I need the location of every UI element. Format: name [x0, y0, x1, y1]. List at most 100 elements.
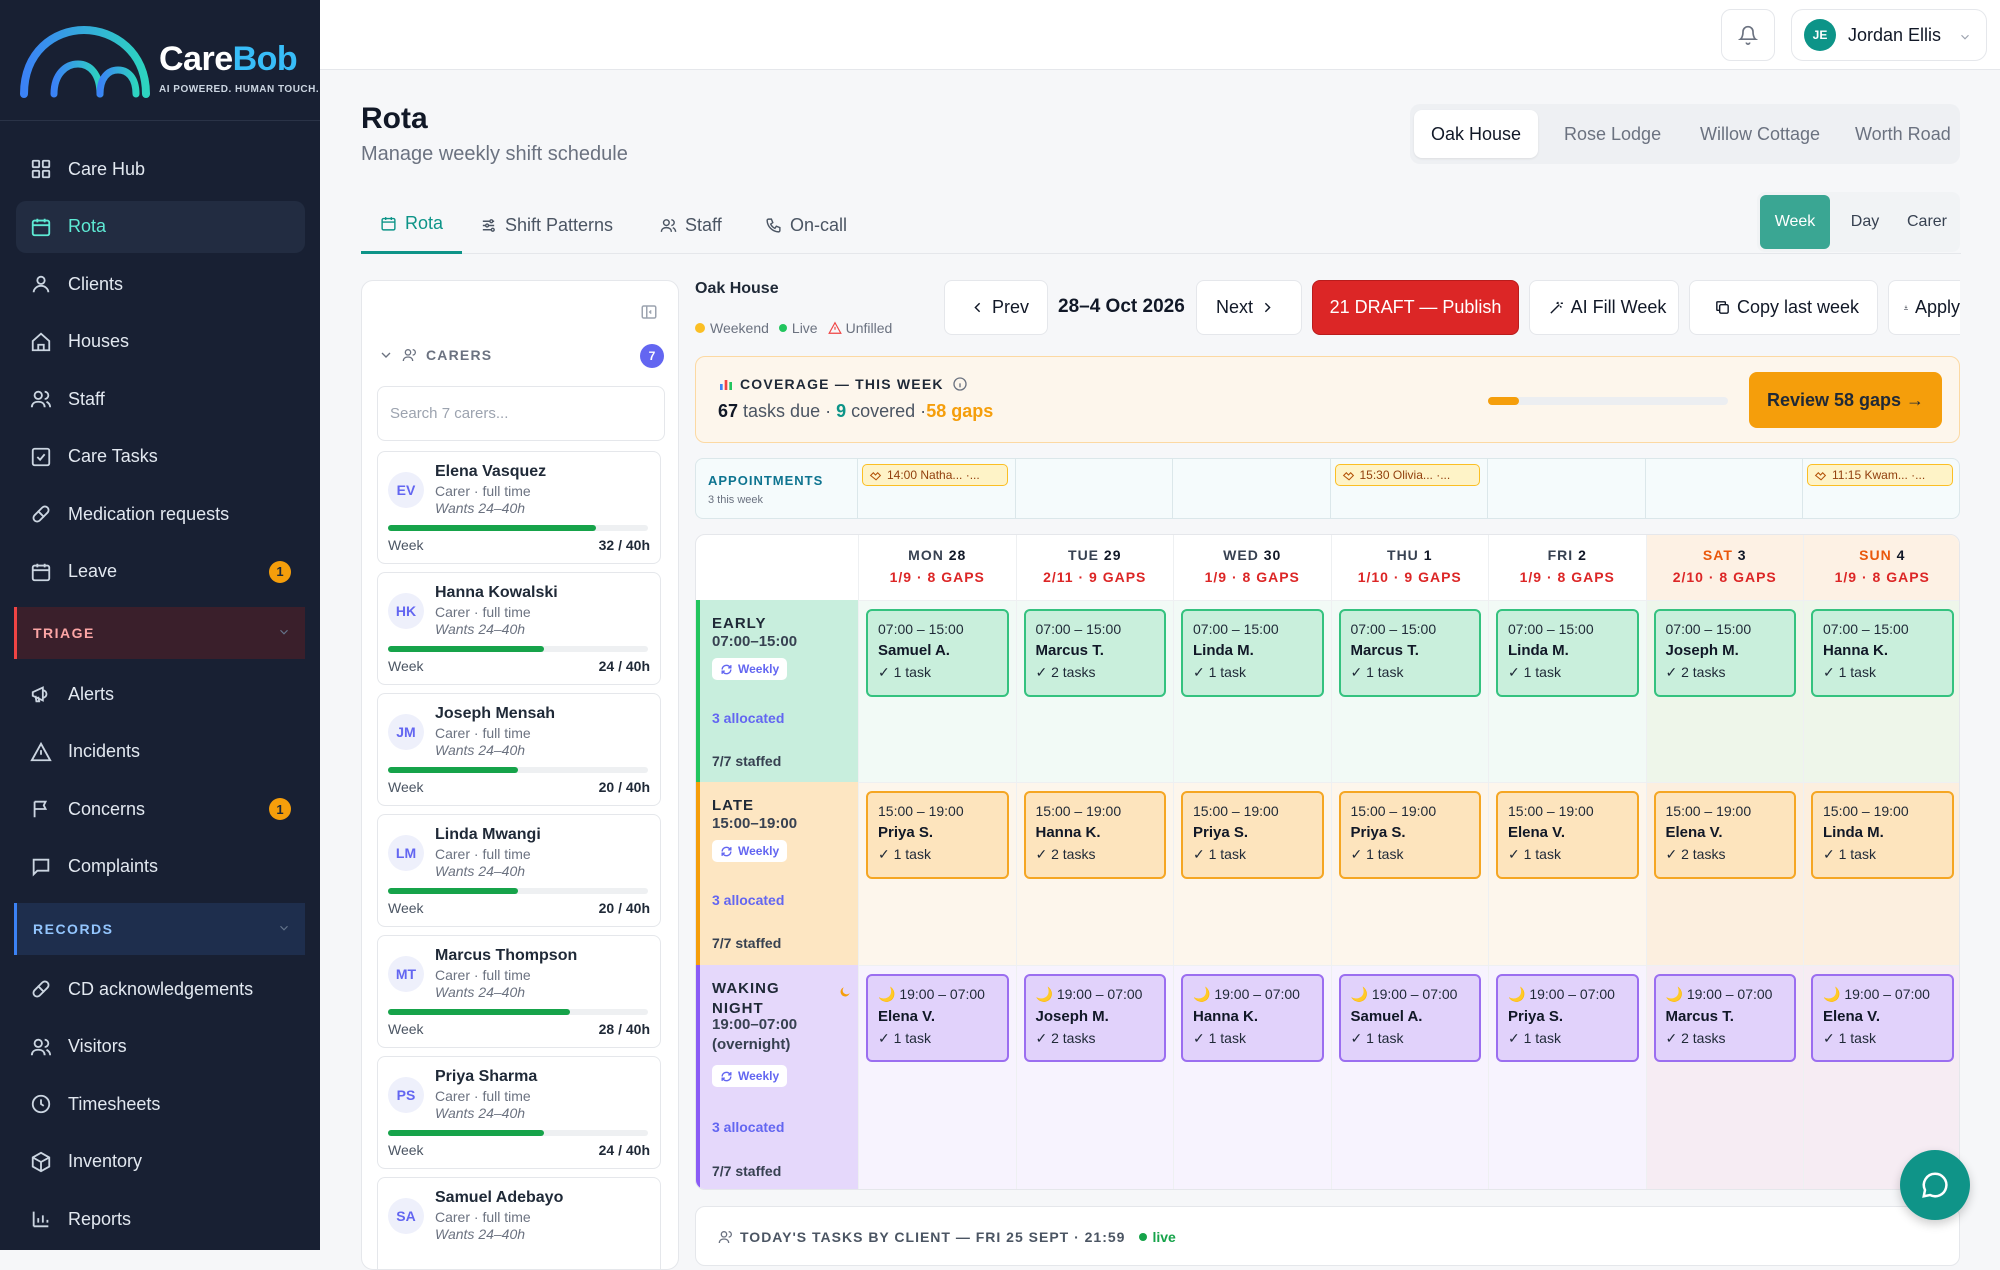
prev-week-button[interactable]: Prev — [944, 280, 1048, 335]
carer-card[interactable]: EV Elena Vasquez Carer · full time Wants… — [377, 451, 661, 564]
day-header-sat[interactable]: SAT 3 2/10 · 8 GAPS — [1645, 535, 1803, 600]
house-tab-rose-lodge[interactable]: Rose Lodge — [1547, 110, 1678, 158]
carers-heading[interactable]: CARERS — [378, 347, 492, 363]
day-header-mon[interactable]: MON 28 1/9 · 8 GAPS — [858, 535, 1016, 600]
carer-card[interactable]: HK Hanna Kowalski Carer · full time Want… — [377, 572, 661, 685]
appointment-chip[interactable]: 11:15 Kwam... ·... — [1807, 464, 1953, 486]
shift-card[interactable]: 07:00 – 15:00 Marcus T. ✓ 2 tasks — [1023, 609, 1166, 697]
rota-cell[interactable]: 15:00 – 19:00 Elena V. ✓ 2 tasks — [1645, 782, 1803, 965]
notifications-button[interactable] — [1721, 9, 1775, 61]
sidebar-item-cd-acknowledgements[interactable]: CD acknowledgements — [16, 963, 305, 1015]
sidebar-item-incidents[interactable]: Incidents — [16, 726, 305, 778]
records-section-toggle[interactable]: RECORDS — [14, 903, 305, 955]
shift-card[interactable]: 🌙 19:00 – 07:00 Hanna K. ✓ 1 task — [1181, 974, 1324, 1062]
shift-card[interactable]: 🌙 19:00 – 07:00 Joseph M. ✓ 2 tasks — [1023, 974, 1166, 1062]
shift-card[interactable]: 07:00 – 15:00 Linda M. ✓ 1 task — [1181, 609, 1324, 697]
shift-card[interactable]: 15:00 – 19:00 Linda M. ✓ 1 task — [1811, 791, 1954, 879]
carer-card[interactable]: JM Joseph Mensah Carer · full time Wants… — [377, 693, 661, 806]
rota-cell[interactable]: 07:00 – 15:00 Linda M. ✓ 1 task — [1488, 600, 1646, 782]
view-week-button[interactable]: Week — [1760, 195, 1830, 249]
rota-cell[interactable]: 07:00 – 15:00 Hanna K. ✓ 1 task — [1803, 600, 1959, 782]
carer-card[interactable]: LM Linda Mwangi Carer · full time Wants … — [377, 814, 661, 927]
rota-cell[interactable]: 07:00 – 15:00 Linda M. ✓ 1 task — [1173, 600, 1331, 782]
sidebar-item-care-hub[interactable]: Care Hub — [16, 143, 305, 195]
rota-cell[interactable]: 🌙 19:00 – 07:00 Samuel A. ✓ 1 task — [1330, 965, 1488, 1189]
rota-cell[interactable]: 15:00 – 19:00 Linda M. ✓ 1 task — [1803, 782, 1959, 965]
rota-cell[interactable]: 07:00 – 15:00 Marcus T. ✓ 1 task — [1330, 600, 1488, 782]
ai-fill-week-button[interactable]: AI Fill Week — [1529, 280, 1679, 335]
sidebar-item-alerts[interactable]: Alerts — [16, 668, 305, 720]
shift-card[interactable]: 07:00 – 15:00 Samuel A. ✓ 1 task — [866, 609, 1009, 697]
shift-card[interactable]: 07:00 – 15:00 Linda M. ✓ 1 task — [1496, 609, 1639, 697]
shift-card[interactable]: 15:00 – 19:00 Hanna K. ✓ 2 tasks — [1023, 791, 1166, 879]
sidebar-item-staff[interactable]: Staff — [16, 373, 305, 425]
sidebar-item-clients[interactable]: Clients — [16, 258, 305, 310]
rota-cell[interactable]: 15:00 – 19:00 Elena V. ✓ 1 task — [1488, 782, 1646, 965]
shift-card[interactable]: 15:00 – 19:00 Priya S. ✓ 1 task — [866, 791, 1009, 879]
day-header-fri[interactable]: FRI 2 1/9 · 8 GAPS — [1488, 535, 1646, 600]
rota-cell[interactable]: 15:00 – 19:00 Priya S. ✓ 1 task — [1173, 782, 1331, 965]
sidebar-item-rota[interactable]: Rota — [16, 200, 305, 253]
shift-card[interactable]: 🌙 19:00 – 07:00 Samuel A. ✓ 1 task — [1338, 974, 1481, 1062]
shift-card[interactable]: 🌙 19:00 – 07:00 Elena V. ✓ 1 task — [1811, 974, 1954, 1062]
shift-card[interactable]: 07:00 – 15:00 Hanna K. ✓ 1 task — [1811, 609, 1954, 697]
appointment-day-cell[interactable] — [1644, 459, 1803, 518]
rota-cell[interactable]: 🌙 19:00 – 07:00 Joseph M. ✓ 2 tasks — [1015, 965, 1173, 1189]
rota-cell[interactable]: 🌙 19:00 – 07:00 Elena V. ✓ 1 task — [858, 965, 1016, 1189]
shift-card[interactable]: 15:00 – 19:00 Priya S. ✓ 1 task — [1338, 791, 1481, 879]
shift-card[interactable]: 🌙 19:00 – 07:00 Elena V. ✓ 1 task — [866, 974, 1009, 1062]
tab-staff[interactable]: Staff — [641, 196, 741, 254]
shift-card[interactable]: 15:00 – 19:00 Elena V. ✓ 2 tasks — [1653, 791, 1796, 879]
sidebar-item-concerns[interactable]: Concerns 1 — [16, 783, 305, 835]
appointment-chip[interactable]: 15:30 Olivia... ·... — [1334, 464, 1480, 486]
sidebar-item-medication-requests[interactable]: Medication requests — [16, 488, 305, 540]
appointment-day-cell[interactable] — [1172, 459, 1330, 518]
shift-card[interactable]: 07:00 – 15:00 Marcus T. ✓ 1 task — [1338, 609, 1481, 697]
rota-cell[interactable]: 15:00 – 19:00 Priya S. ✓ 1 task — [1330, 782, 1488, 965]
carer-card[interactable]: MT Marcus Thompson Carer · full time Wan… — [377, 935, 661, 1048]
day-header-tue[interactable]: TUE 29 2/11 · 9 GAPS — [1015, 535, 1174, 600]
carer-card[interactable]: PS Priya Sharma Carer · full time Wants … — [377, 1056, 661, 1169]
sidebar-item-care-tasks[interactable]: Care Tasks — [16, 431, 305, 483]
tab-on-call[interactable]: On-call — [746, 196, 866, 254]
shift-row-label-late[interactable]: LATE 15:00–19:00 Weekly 3 allocated 7/7 … — [696, 782, 858, 965]
triage-section-toggle[interactable]: TRIAGE — [14, 607, 305, 659]
user-menu-button[interactable]: JE Jordan Ellis — [1791, 9, 1987, 61]
view-carer-button[interactable]: Carer — [1897, 195, 1957, 249]
sidebar-item-inventory[interactable]: Inventory — [16, 1136, 305, 1188]
sidebar-item-leave[interactable]: Leave 1 — [16, 546, 305, 598]
rota-cell[interactable]: 07:00 – 15:00 Samuel A. ✓ 1 task — [858, 600, 1016, 782]
publish-draft-button[interactable]: 21 DRAFT — Publish — [1312, 280, 1519, 335]
shift-card[interactable]: 15:00 – 19:00 Priya S. ✓ 1 task — [1181, 791, 1324, 879]
tab-shift-patterns[interactable]: Shift Patterns — [461, 196, 632, 254]
house-tab-worth-road[interactable]: Worth Road — [1838, 110, 1960, 158]
appointment-day-cell[interactable] — [1014, 459, 1173, 518]
next-week-button[interactable]: Next — [1196, 280, 1302, 335]
sidebar-item-timesheets[interactable]: Timesheets — [16, 1078, 305, 1130]
rota-cell[interactable]: 07:00 – 15:00 Joseph M. ✓ 2 tasks — [1645, 600, 1803, 782]
shift-card[interactable]: 🌙 19:00 – 07:00 Marcus T. ✓ 2 tasks — [1653, 974, 1796, 1062]
sidebar-item-reports[interactable]: Reports — [16, 1193, 305, 1245]
copy-last-week-button[interactable]: Copy last week — [1689, 280, 1878, 335]
day-header-sun[interactable]: SUN 4 1/9 · 8 GAPS — [1803, 535, 1959, 600]
carer-card[interactable]: SA Samuel Adebayo Carer · full time Want… — [377, 1177, 661, 1269]
house-tab-oak-house[interactable]: Oak House — [1414, 110, 1539, 158]
sidebar-item-visitors[interactable]: Visitors — [16, 1021, 305, 1073]
rota-cell[interactable]: 15:00 – 19:00 Hanna K. ✓ 2 tasks — [1015, 782, 1173, 965]
info-icon[interactable] — [952, 376, 968, 392]
review-gaps-button[interactable]: Review 58 gaps → — [1749, 372, 1942, 428]
view-day-button[interactable]: Day — [1835, 195, 1895, 249]
rota-cell[interactable]: 15:00 – 19:00 Priya S. ✓ 1 task — [858, 782, 1016, 965]
shift-card[interactable]: 07:00 – 15:00 Joseph M. ✓ 2 tasks — [1653, 609, 1796, 697]
apply-button[interactable]: Apply — [1888, 280, 1960, 335]
sidebar-item-houses[interactable]: Houses — [16, 316, 305, 368]
logo[interactable]: CareBob AI POWERED. HUMAN TOUCH. — [0, 0, 320, 121]
tab-rota[interactable]: Rota — [361, 196, 463, 254]
collapse-panel-icon[interactable] — [640, 303, 658, 321]
shift-row-label-waking-night[interactable]: WAKING NIGHT 19:00–07:00 (overnight) Wee… — [696, 965, 858, 1189]
day-header-wed[interactable]: WED 30 1/9 · 8 GAPS — [1173, 535, 1331, 600]
shift-card[interactable]: 15:00 – 19:00 Elena V. ✓ 1 task — [1496, 791, 1639, 879]
carer-search-input[interactable] — [377, 386, 665, 441]
rota-cell[interactable]: 🌙 19:00 – 07:00 Priya S. ✓ 1 task — [1488, 965, 1646, 1189]
rota-cell[interactable]: 🌙 19:00 – 07:00 Marcus T. ✓ 2 tasks — [1645, 965, 1803, 1189]
